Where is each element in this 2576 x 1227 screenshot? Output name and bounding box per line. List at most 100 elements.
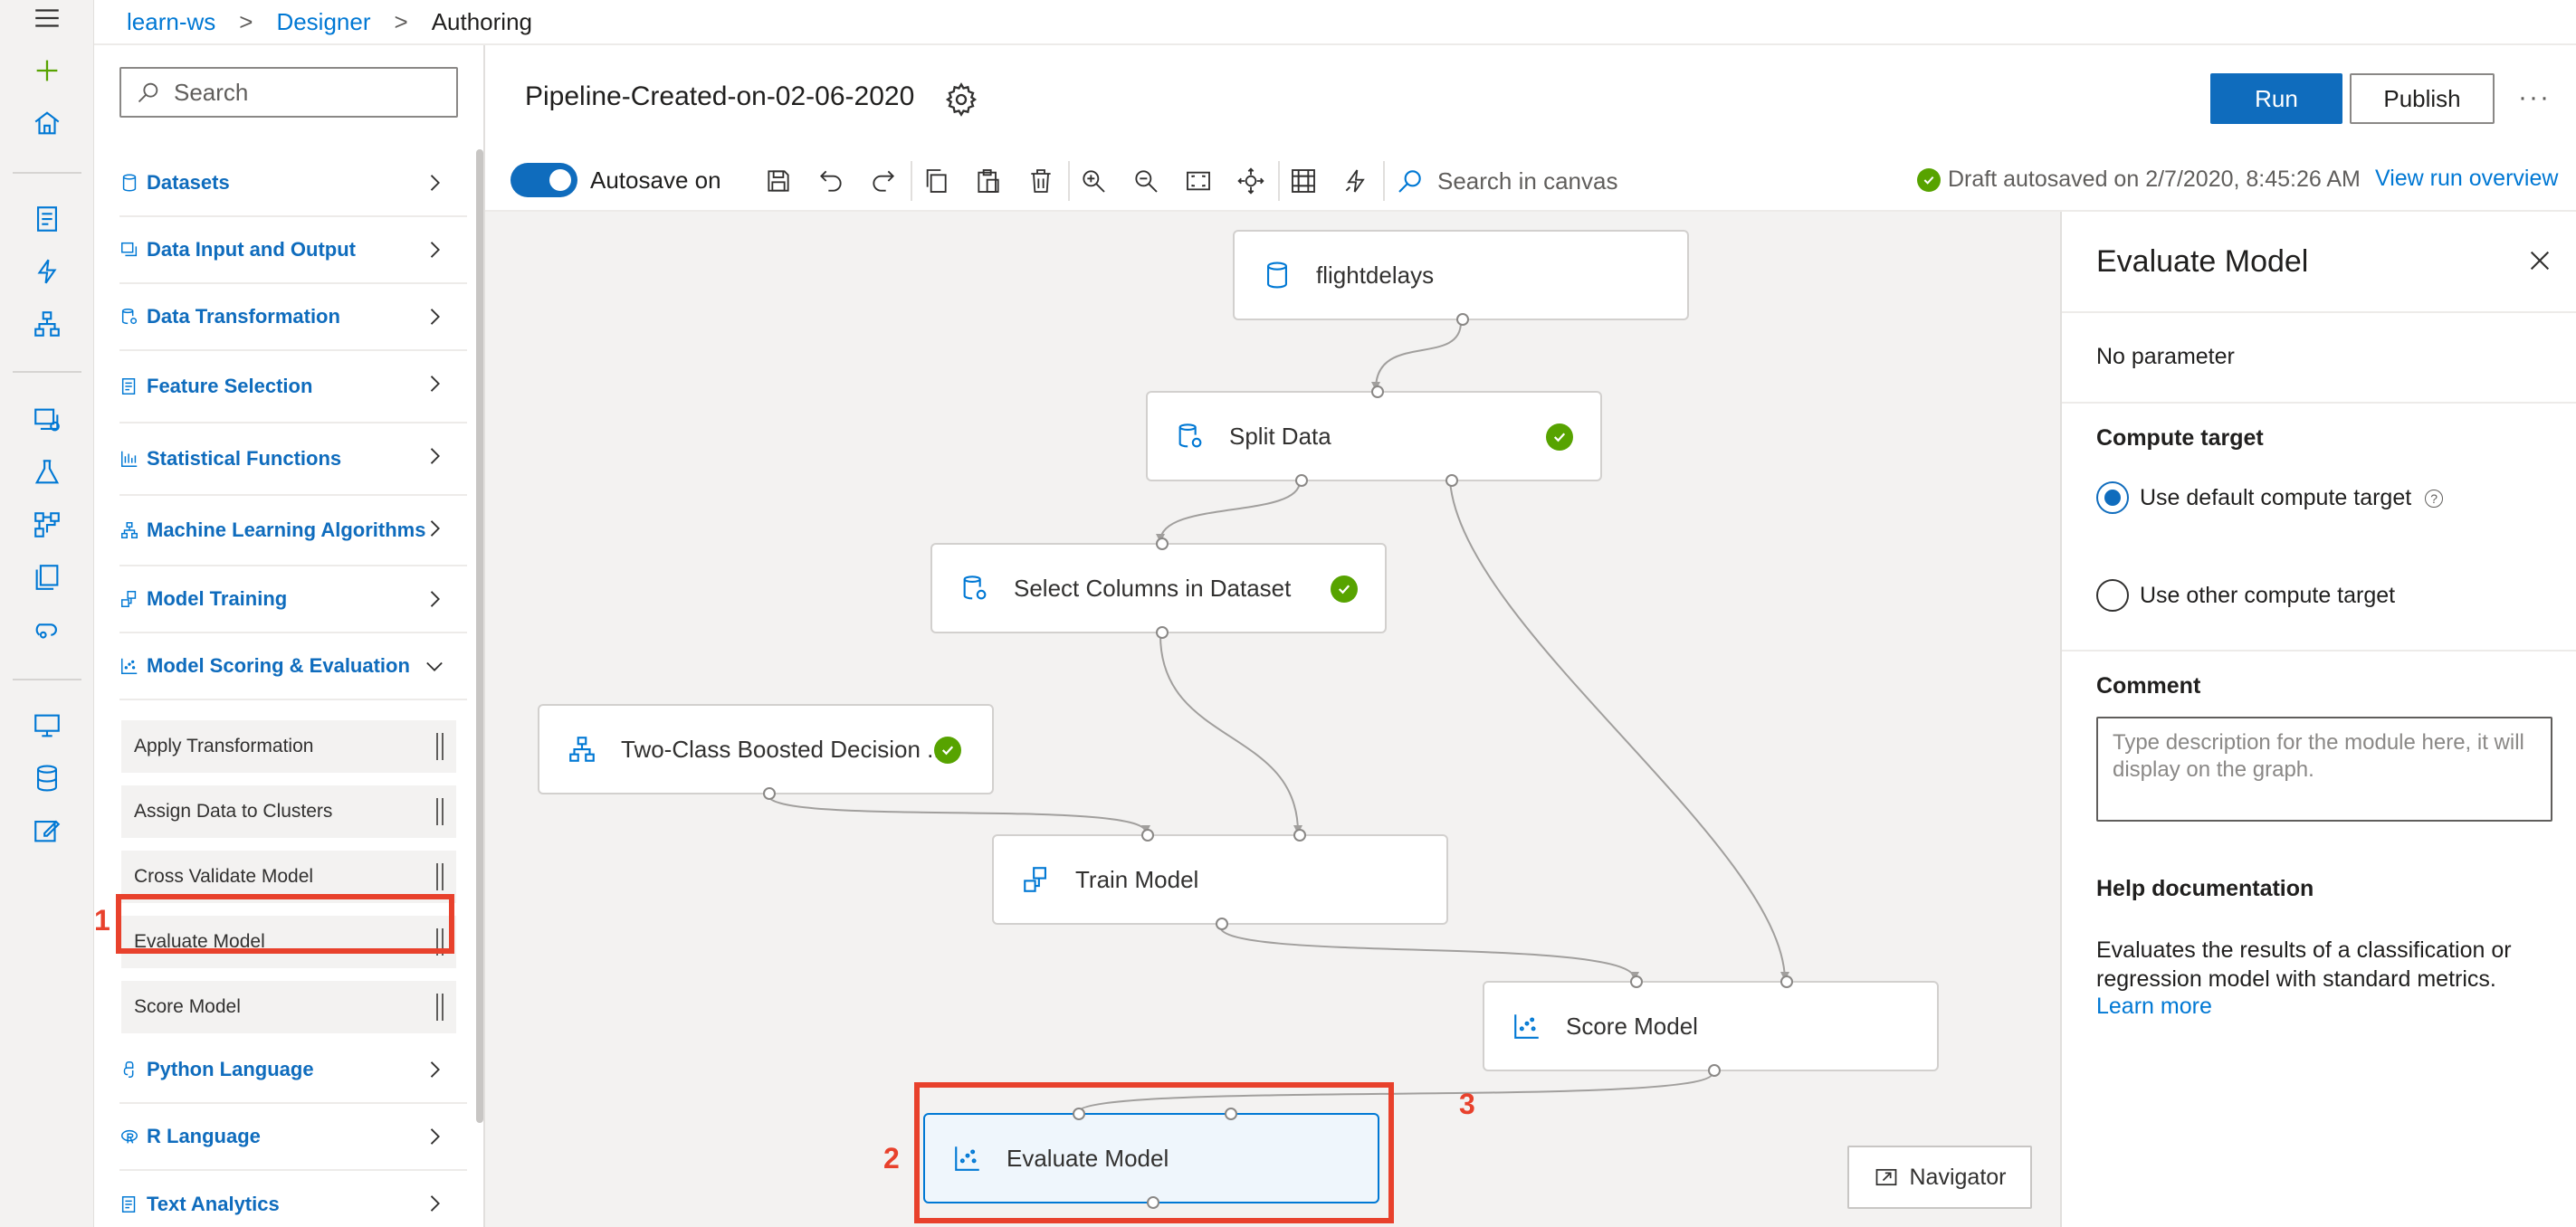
canvas-search-input[interactable]: Search in canvas bbox=[1396, 161, 1617, 201]
category-text-analytics[interactable]: Text Analytics bbox=[119, 1171, 467, 1227]
node-select-columns[interactable]: Select Columns in Dataset bbox=[930, 537, 1387, 639]
pan-icon[interactable] bbox=[1233, 163, 1269, 199]
output-port[interactable] bbox=[1708, 1064, 1721, 1077]
node-label: Train Model bbox=[1075, 865, 1199, 893]
input-port[interactable] bbox=[1630, 975, 1643, 988]
category-python-language[interactable]: Python Language bbox=[119, 1037, 467, 1104]
category-r-language[interactable]: R Language bbox=[119, 1104, 467, 1171]
no-parameter-text: No parameter bbox=[2096, 344, 2235, 369]
data-transform-icon bbox=[1175, 421, 1206, 452]
labeling-icon[interactable] bbox=[24, 807, 71, 854]
zoom-in-icon[interactable] bbox=[1075, 163, 1111, 199]
module-assign-data-to-clusters[interactable]: Assign Data to Clusters bbox=[121, 785, 456, 838]
delete-icon[interactable] bbox=[1023, 163, 1059, 199]
view-run-overview-link[interactable]: View run overview bbox=[2375, 166, 2558, 192]
run-button[interactable]: Run bbox=[2210, 73, 2342, 124]
node-label: flightdelays bbox=[1316, 261, 1435, 289]
learn-more-link[interactable]: Learn more bbox=[2096, 994, 2212, 1020]
category-data-input-output[interactable]: Data Input and Output bbox=[119, 217, 467, 284]
close-icon[interactable] bbox=[2525, 246, 2554, 275]
grid-icon[interactable] bbox=[1285, 163, 1321, 199]
navigator-button[interactable]: Navigator bbox=[1847, 1146, 2032, 1209]
output-port[interactable] bbox=[1456, 313, 1469, 326]
drag-handle-icon[interactable] bbox=[436, 733, 444, 760]
output-port[interactable] bbox=[763, 787, 776, 800]
input-port[interactable] bbox=[1156, 537, 1169, 550]
zoom-out-icon[interactable] bbox=[1128, 163, 1164, 199]
compute-icon[interactable] bbox=[24, 702, 71, 749]
drag-handle-icon[interactable] bbox=[436, 863, 444, 890]
redo-icon[interactable] bbox=[865, 163, 902, 199]
edge-select-to-train bbox=[1159, 634, 1299, 833]
radio-other-compute[interactable] bbox=[2096, 579, 2129, 612]
autosave-toggle[interactable] bbox=[510, 163, 577, 197]
category-datasets[interactable]: Datasets bbox=[119, 150, 467, 217]
category-model-scoring-evaluation[interactable]: Model Scoring & Evaluation bbox=[119, 633, 467, 700]
comment-textarea[interactable]: Type description for the module here, it… bbox=[2096, 717, 2552, 822]
module-apply-transformation[interactable]: Apply Transformation bbox=[121, 720, 456, 773]
models-icon[interactable] bbox=[24, 554, 71, 601]
breadcrumb-designer[interactable]: Designer bbox=[276, 8, 370, 36]
more-options-button[interactable]: ··· bbox=[2509, 74, 2560, 121]
endpoints-icon[interactable] bbox=[24, 606, 71, 653]
save-icon[interactable] bbox=[760, 163, 797, 199]
node-two-class-boosted[interactable]: Two-Class Boosted Decision ... bbox=[538, 704, 994, 800]
callout-number: 3 bbox=[1459, 1088, 1475, 1120]
node-score-model[interactable]: Score Model bbox=[1483, 975, 1939, 1077]
undo-icon[interactable] bbox=[813, 163, 849, 199]
menu-icon[interactable] bbox=[24, 0, 71, 42]
breadcrumb-workspace[interactable]: learn-ws bbox=[127, 8, 215, 36]
pipeline-canvas[interactable]: flightdelays Split Data Select Columns i… bbox=[485, 212, 2060, 1227]
category-machine-learning-algorithms[interactable]: Machine Learning Algorithms bbox=[119, 496, 467, 566]
palette-scrollbar[interactable] bbox=[476, 149, 483, 1123]
breadcrumb-separator: > bbox=[239, 7, 253, 35]
gear-icon[interactable] bbox=[943, 81, 979, 118]
output-port[interactable] bbox=[1156, 626, 1169, 639]
auto-layout-icon[interactable] bbox=[1338, 163, 1374, 199]
training-icon bbox=[1021, 864, 1052, 895]
output-port[interactable] bbox=[1445, 474, 1458, 487]
datastores-icon[interactable] bbox=[24, 755, 71, 802]
chevron-right-icon bbox=[430, 1128, 440, 1145]
pipelines-icon[interactable] bbox=[24, 501, 71, 548]
breadcrumb-current: Authoring bbox=[431, 7, 532, 35]
experiments-icon[interactable] bbox=[24, 449, 71, 496]
input-port[interactable] bbox=[1371, 385, 1384, 398]
chevron-down-icon bbox=[426, 661, 443, 671]
node-split-data[interactable]: Split Data bbox=[1146, 385, 1602, 487]
category-feature-selection[interactable]: Feature Selection bbox=[119, 351, 467, 423]
publish-button[interactable]: Publish bbox=[2350, 73, 2495, 124]
notebook-icon[interactable] bbox=[24, 195, 71, 243]
radio-default-compute[interactable] bbox=[2096, 481, 2129, 514]
node-train-model[interactable]: Train Model bbox=[992, 829, 1448, 930]
python-icon bbox=[119, 1060, 139, 1080]
node-flightdelays[interactable]: flightdelays bbox=[1233, 230, 1689, 326]
output-port[interactable] bbox=[1216, 918, 1228, 930]
paste-icon[interactable] bbox=[970, 163, 1007, 199]
palette-search-input[interactable]: Search bbox=[119, 67, 458, 118]
drag-handle-icon[interactable] bbox=[436, 994, 444, 1021]
fit-to-screen-icon[interactable] bbox=[1180, 163, 1216, 199]
automl-icon[interactable] bbox=[24, 248, 71, 295]
category-model-training[interactable]: Model Training bbox=[119, 566, 467, 633]
output-port[interactable] bbox=[1295, 474, 1308, 487]
add-icon[interactable] bbox=[24, 47, 71, 94]
copy-icon[interactable] bbox=[918, 163, 954, 199]
breadcrumb: learn-ws > Designer > Authoring bbox=[94, 0, 2576, 45]
home-icon[interactable] bbox=[24, 100, 71, 147]
category-label: Data Transformation bbox=[147, 305, 340, 328]
module-score-model[interactable]: Score Model bbox=[121, 981, 456, 1033]
category-statistical-functions[interactable]: Statistical Functions bbox=[119, 423, 467, 496]
datasets-icon[interactable] bbox=[24, 396, 71, 443]
designer-icon[interactable] bbox=[24, 300, 71, 347]
chevron-right-icon bbox=[430, 1195, 440, 1212]
category-data-transformation[interactable]: Data Transformation bbox=[119, 284, 467, 351]
input-port[interactable] bbox=[1141, 829, 1154, 842]
drag-handle-icon[interactable] bbox=[436, 798, 444, 825]
help-icon[interactable]: ? bbox=[2425, 490, 2444, 509]
input-port[interactable] bbox=[1780, 975, 1793, 988]
navigator-icon bbox=[1875, 1168, 1896, 1186]
category-label: Feature Selection bbox=[147, 375, 313, 397]
pipeline-title[interactable]: Pipeline-Created-on-02-06-2020 bbox=[525, 81, 914, 112]
input-port[interactable] bbox=[1293, 829, 1306, 842]
